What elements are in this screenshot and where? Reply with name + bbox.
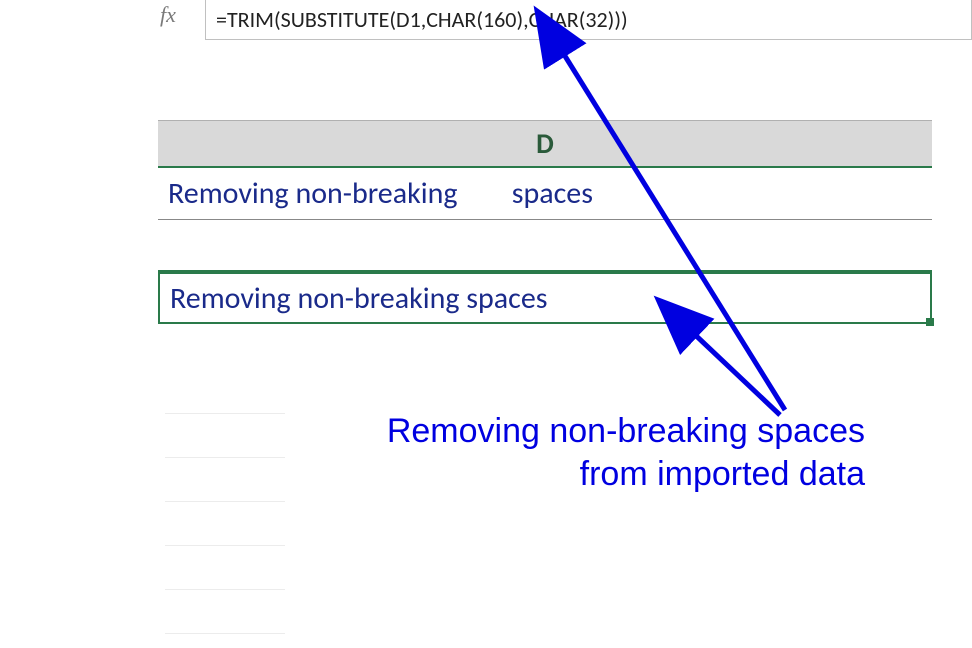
column-header-label: D (536, 126, 554, 161)
grid-row (165, 414, 285, 458)
cell-d1-value: Removing non-breaking spaces (168, 175, 593, 212)
cell-d1[interactable]: Removing non-breaking spaces (158, 168, 932, 220)
annotation-text: Removing non-breaking spaces from import… (365, 410, 865, 495)
grid-row (165, 546, 285, 590)
grid-row (165, 458, 285, 502)
gridlines-faint (165, 370, 285, 640)
cell-d3-selected[interactable]: Removing non-breaking spaces (158, 272, 932, 324)
grid-row (165, 370, 285, 414)
arrow-to-cell (690, 330, 780, 415)
cell-d3-value: Removing non-breaking spaces (170, 280, 548, 317)
formula-bar-input[interactable]: =TRIM(SUBSTITUTE(D1,CHAR(160),CHAR(32))) (205, 0, 972, 40)
grid-row (165, 590, 285, 634)
formula-text: =TRIM(SUBSTITUTE(D1,CHAR(160),CHAR(32))) (216, 6, 628, 33)
fx-label: fx (160, 2, 176, 28)
annotation-arrows (0, 0, 972, 648)
column-header-d[interactable]: D (158, 120, 932, 168)
grid-row (165, 502, 285, 546)
cell-d2[interactable] (158, 220, 932, 272)
cell-fill-handle[interactable] (926, 318, 934, 326)
